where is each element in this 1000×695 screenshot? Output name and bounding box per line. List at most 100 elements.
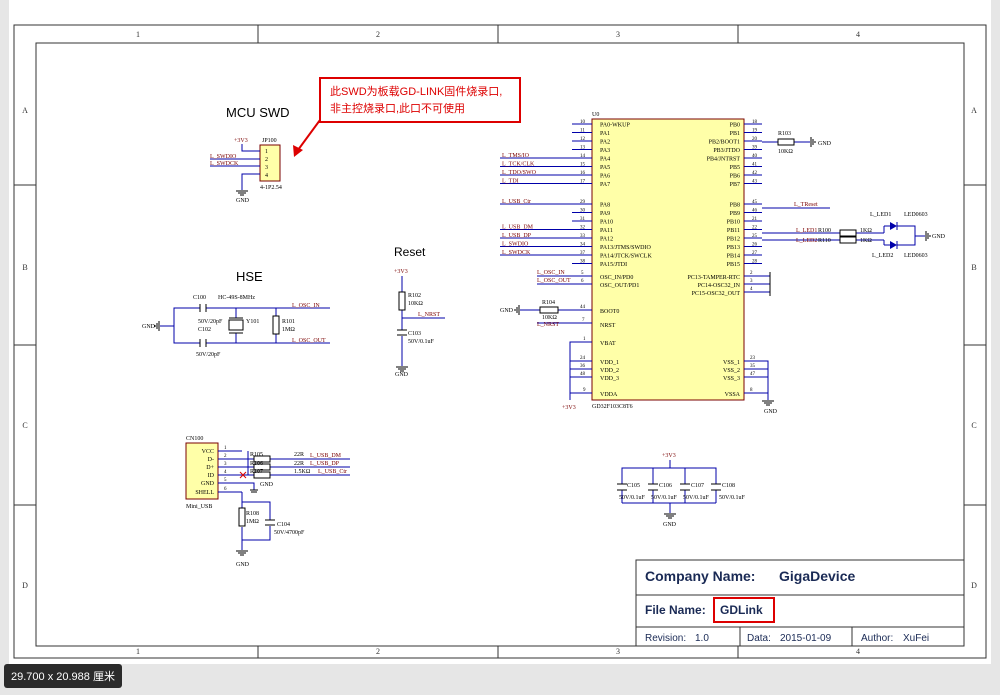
- zone-right-c: C: [971, 421, 976, 430]
- mcu-osc-out: OSC_OUT/PD1: [600, 283, 639, 289]
- swd-footprint: 4-1P2.54: [260, 185, 282, 191]
- mcu-pin-name: PA2: [600, 140, 610, 146]
- led1-net: L_LED1: [796, 228, 817, 234]
- hse-title: HSE: [236, 269, 263, 284]
- title-block: Company Name: GigaDevice File Name: GDLi…: [635, 559, 965, 647]
- zone-left-d: D: [22, 581, 28, 590]
- mcu-r103-gnd: GND: [818, 141, 832, 147]
- usb-gnd: GND: [260, 482, 274, 488]
- mcu-net-label: L_USB_DP: [502, 233, 532, 239]
- usb-ref: CN100: [186, 436, 203, 442]
- zone-bottom-4: 4: [856, 647, 860, 656]
- led1-r-ref: R100: [818, 228, 831, 234]
- mcu-pin-name: PB4/JNTRST: [707, 157, 741, 163]
- mcu-pin-num: 18: [752, 120, 758, 125]
- mcu-boot0: BOOT0: [600, 309, 619, 315]
- led2-r-val: 1KΩ: [860, 238, 872, 244]
- hse-crystal-ref: Y101: [246, 319, 259, 325]
- mcu-pin-name: PB12: [727, 237, 740, 243]
- swd-title: MCU SWD: [226, 105, 290, 120]
- mcu-net-label: L_TDO/SWO: [502, 170, 537, 176]
- dec-cap-2-val: 50V/0.1uF: [651, 495, 678, 501]
- mcu-pin-num: 46: [752, 209, 758, 214]
- mcu-nrst: NRST: [600, 323, 616, 329]
- annotation-line-1: 此SWD为板载GD-LINK固件烧录口,: [330, 84, 502, 98]
- led2-r-ref: R110: [818, 238, 831, 244]
- reset-gnd: GND: [395, 372, 409, 378]
- mcu-pin-name: PB14: [727, 254, 740, 260]
- mcu-tamper-2: PC14-OSC32_IN: [698, 283, 741, 289]
- mcu-pin-num: 45: [752, 200, 758, 205]
- swd-ref: JP100: [262, 138, 277, 144]
- zone-left-b: B: [22, 263, 27, 272]
- mcu-gnd: GND: [764, 409, 778, 415]
- zone-right-d: D: [971, 581, 977, 590]
- dimensions-readout: 29.700 x 20.988 厘米: [4, 664, 122, 688]
- zone-bottom-1: 1: [136, 647, 140, 656]
- usb-c104-ref: C104: [277, 522, 290, 528]
- zone-bottom-2: 2: [376, 647, 380, 656]
- mcu-net-osc-in: L_OSC_IN: [537, 270, 565, 276]
- mcu-vdd-num-1: 24: [580, 356, 586, 361]
- mcu-pin-name: PB15: [727, 262, 740, 268]
- dec-cap-4-ref: C108: [722, 483, 735, 489]
- mcu-pin-num: 21: [752, 217, 758, 222]
- hse-c1-val: 50V/20pF: [198, 319, 223, 325]
- swd-net-swdck: L_SWDCK: [210, 161, 239, 167]
- hse-net-out: L_OSC_OUT: [292, 338, 326, 344]
- mcu-pin-name: PA7: [600, 182, 610, 188]
- mcu-pin-num: 27: [752, 251, 758, 256]
- usb-pin-id: ID: [208, 473, 215, 479]
- mcu-pin-num: 40: [752, 154, 758, 159]
- mcu-pin-name: PB9: [730, 211, 740, 217]
- mcu-pin-name: PB7: [730, 182, 740, 188]
- mcu-pin-num: 41: [752, 163, 758, 168]
- dec-vcc: +3V3: [662, 453, 676, 459]
- mcu-pin-name: PB13: [727, 245, 740, 251]
- date-label: Data:: [747, 633, 771, 644]
- mcu-r104-ref: R104: [542, 300, 555, 306]
- mcu-boot-gnd: GND: [500, 308, 514, 314]
- revision-value: 1.0: [695, 633, 709, 644]
- mcu-pin-num: 37: [580, 251, 586, 256]
- zone-top-3: 3: [616, 30, 620, 39]
- zone-top-1: 1: [136, 30, 140, 39]
- zone-left-a: A: [22, 106, 28, 115]
- mcu-pin-name: PA3: [600, 148, 610, 154]
- zone-left-c: C: [22, 421, 27, 430]
- usb-net-dm: L_USB_DM: [310, 453, 342, 459]
- usb-pin-dp: D+: [206, 465, 214, 471]
- mcu-tamper-1: PC13-TAMPER-RTC: [688, 275, 741, 281]
- dec-cap-2-ref: C106: [659, 483, 672, 489]
- usb-r105-val: 22R: [294, 452, 304, 458]
- mcu-pin-num: 15: [580, 163, 586, 168]
- mcu-pin-num: 17: [580, 180, 586, 185]
- mcu-vdd-3: VDD_3: [600, 376, 619, 382]
- hse-r-val: 1MΩ: [282, 327, 295, 333]
- led2-name: L_LED2: [872, 253, 893, 259]
- mcu-pin-name: PA4: [600, 157, 610, 163]
- mcu-vbat: VBAT: [600, 341, 616, 347]
- usb-net-ctr: L_USB_Ctr: [318, 469, 347, 475]
- file-label: File Name:: [645, 603, 706, 617]
- mcu-vdda: VDDA: [600, 392, 618, 398]
- mcu-ref: U0: [592, 112, 599, 118]
- mcu-pin-name: PA11: [600, 228, 613, 234]
- dec-cap-1-val: 50V/0.1uF: [619, 495, 646, 501]
- mcu-pin-num: 38: [580, 260, 586, 265]
- mcu-pin-name: PA9: [600, 211, 610, 217]
- mcu-net-label: L_SWDIO: [502, 242, 529, 248]
- swd-net-swdio: L_SWDIO: [210, 154, 237, 160]
- usb-r108-val: 1MΩ: [246, 519, 259, 525]
- usb-c104-val: 50V/4700pF: [274, 530, 305, 536]
- mcu-pin-name: PA13/JTMS/SWDIO: [600, 245, 651, 251]
- mcu-pin-num: 32: [580, 226, 586, 231]
- usb-name: Mini_USB: [186, 504, 212, 510]
- led1-r-val: 1KΩ: [860, 228, 872, 234]
- mcu-pin-name: PB10: [727, 220, 740, 226]
- author-value: XuFei: [903, 633, 929, 644]
- mcu-pin-name: PA14/JTCK/SWCLK: [600, 254, 652, 260]
- mcu-pin-name: PA6: [600, 174, 610, 180]
- mcu-pin-name: PB1: [730, 131, 740, 137]
- date-value: 2015-01-09: [780, 633, 832, 644]
